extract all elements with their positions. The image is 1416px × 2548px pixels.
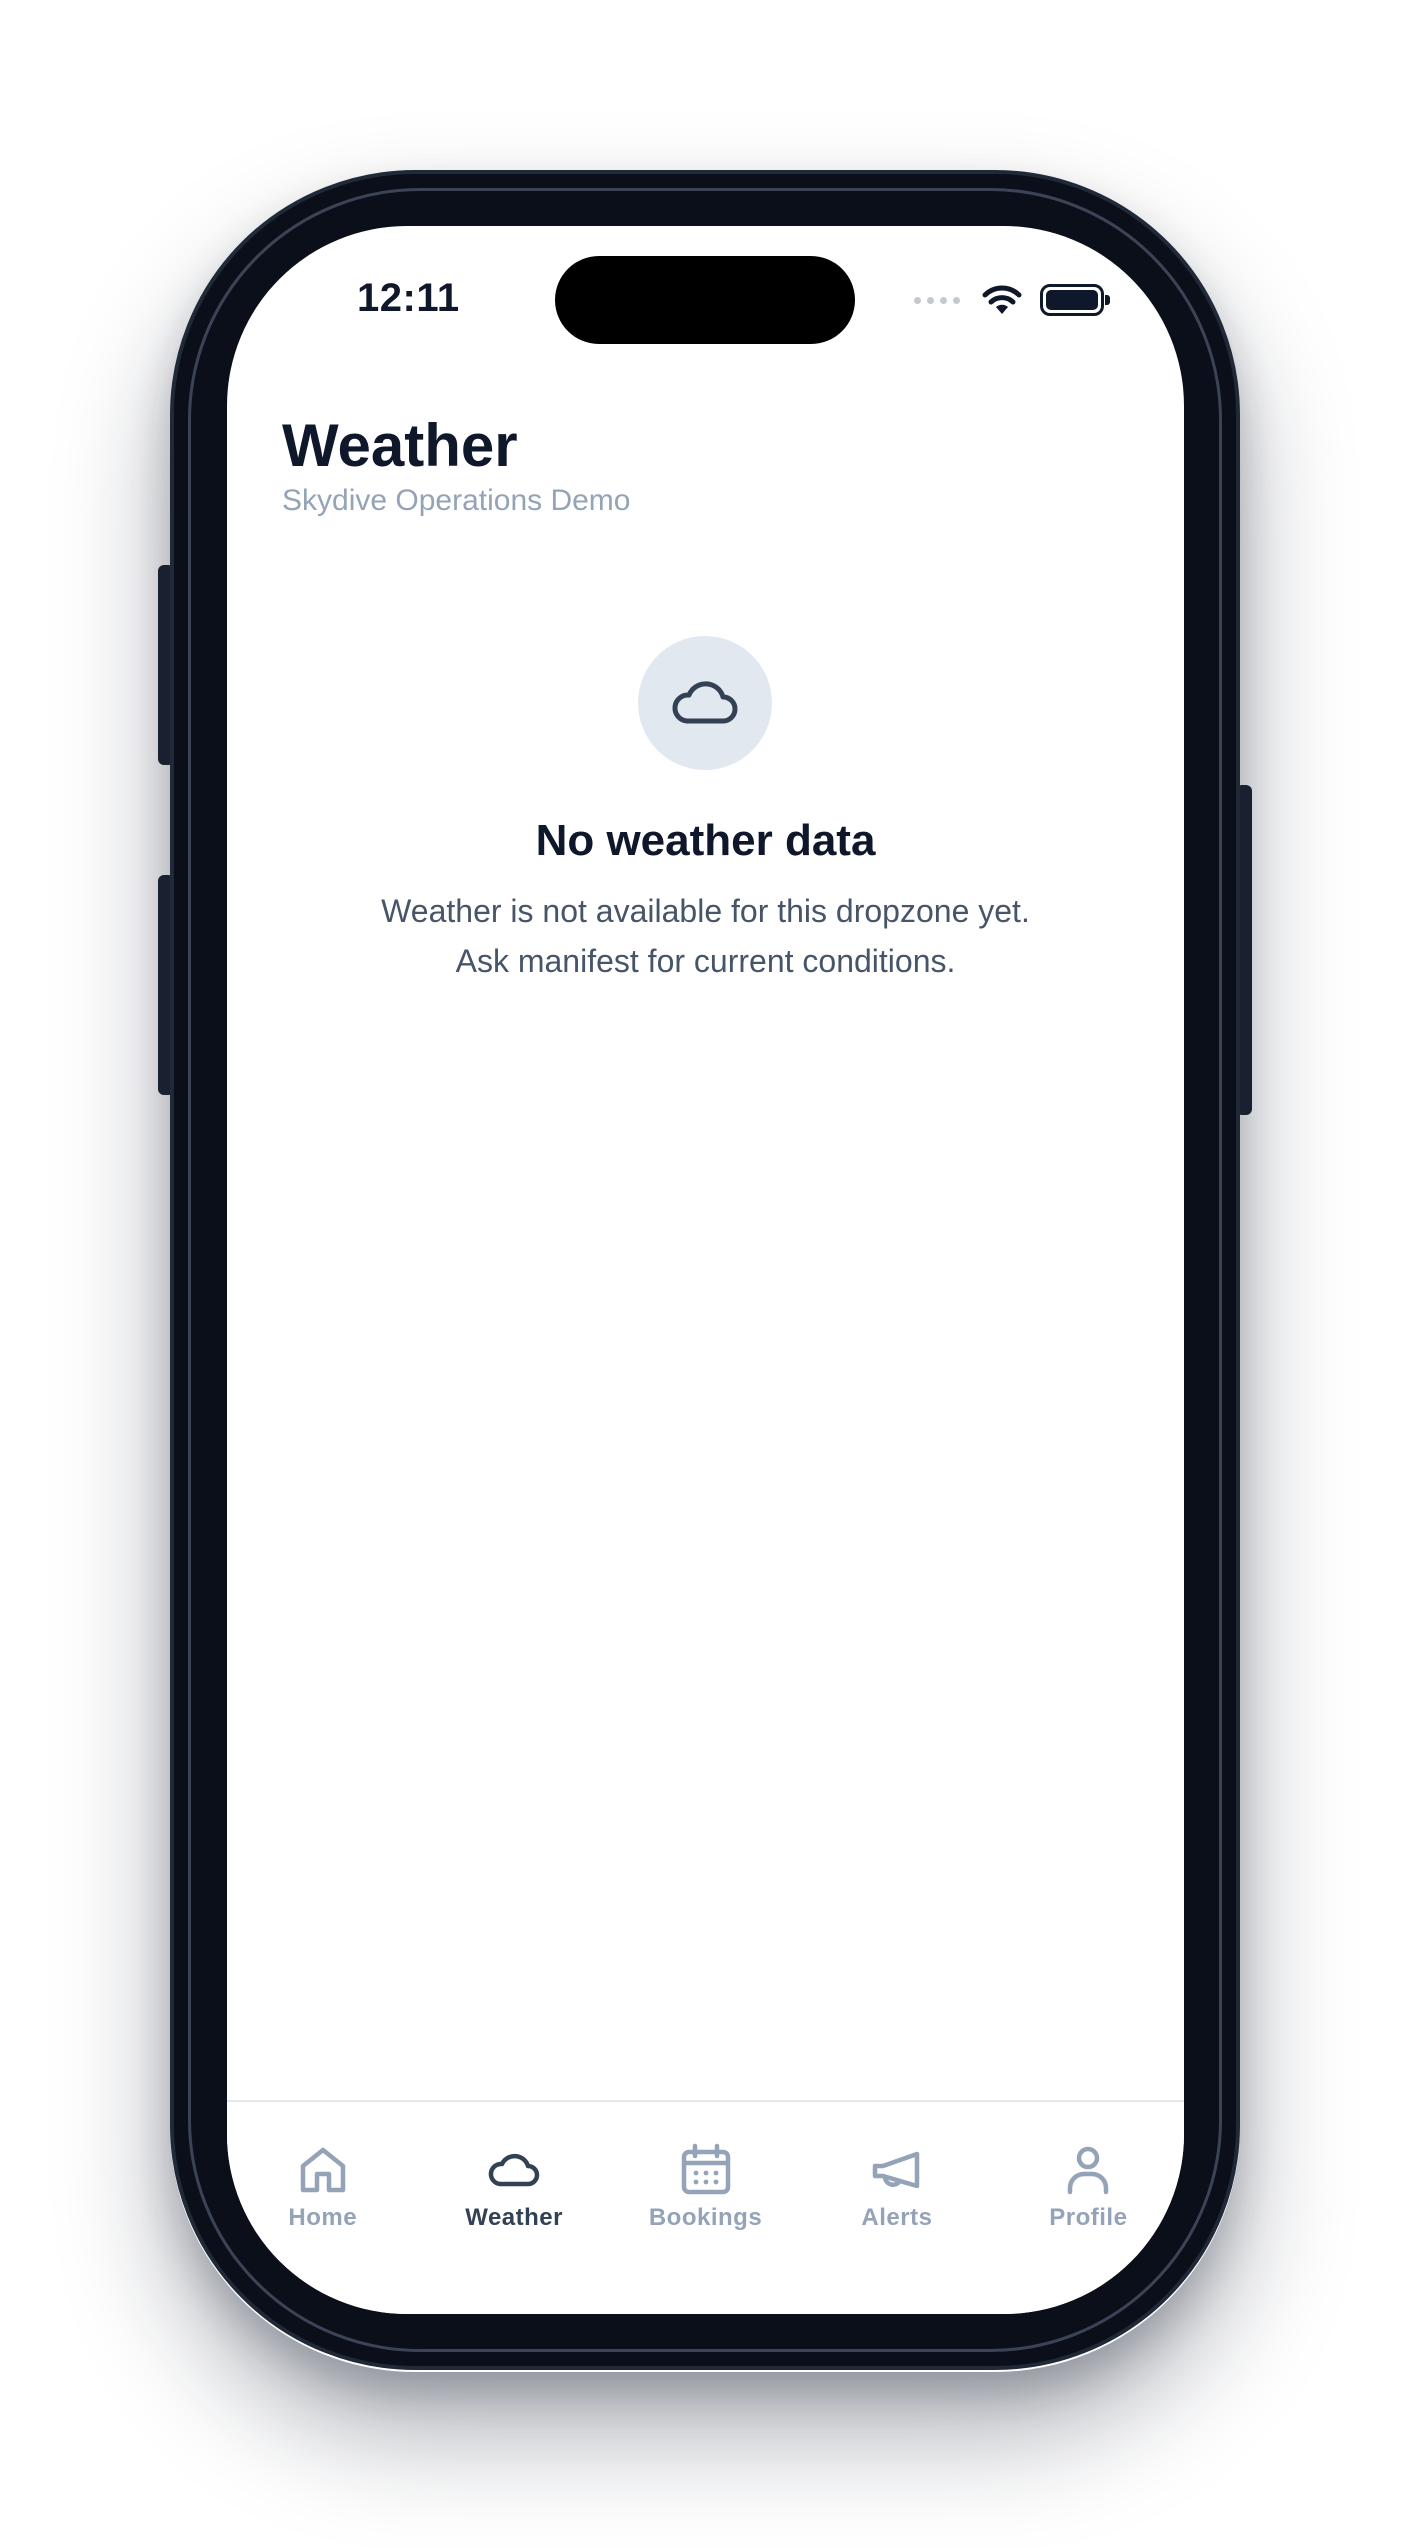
cloud-icon [488,2153,540,2187]
dynamic-island [555,256,855,344]
tab-label: Home [288,2204,358,2231]
tab-label: Alerts [861,2204,933,2231]
empty-state-icon-badge [638,636,772,770]
page-subtitle: Skydive Operations Demo [282,484,631,517]
home-icon [300,2147,345,2193]
tab-label: Weather [465,2204,563,2231]
tab-weather[interactable]: Weather [418,2142,609,2314]
tab-label: Bookings [648,2204,763,2231]
wifi-icon [982,285,1022,314]
tab-profile[interactable]: Profile [993,2142,1184,2314]
tab-bar: Home Weather Bookings Alerts Profile [227,2100,1184,2314]
empty-state-title: No weather data [535,816,876,865]
megaphone-icon [872,2151,920,2189]
tab-home[interactable]: Home [227,2142,418,2314]
tab-label: Profile [1049,2204,1128,2231]
cloud-icon [672,681,738,724]
phone-screen: 12:11 Weather Skydive Operations Demo No… [227,226,1184,2314]
tab-alerts[interactable]: Alerts [801,2142,992,2314]
tab-bookings[interactable]: Bookings [610,2142,801,2314]
person-icon [1068,2146,1109,2195]
empty-state-message: Weather is not available for this dropzo… [381,893,1030,979]
battery-icon [1040,284,1110,316]
status-time: 12:11 [357,276,460,320]
page-title: Weather [282,412,518,479]
status-icons [914,284,1110,316]
cellular-signal-icon [914,296,960,304]
calendar-icon [681,2143,730,2195]
